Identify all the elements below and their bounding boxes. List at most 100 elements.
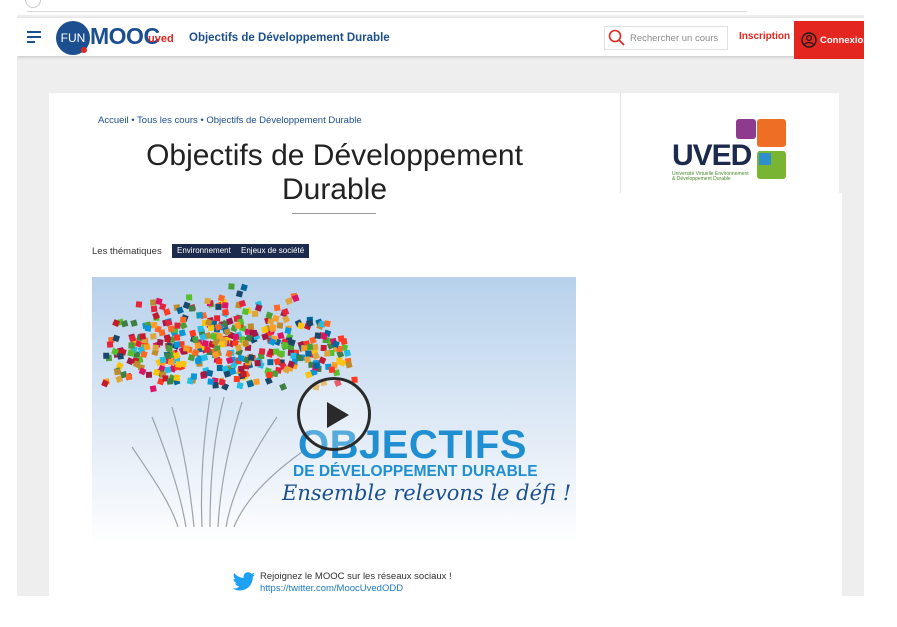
sdg-leaf <box>144 324 152 332</box>
sdg-leaf <box>328 366 336 373</box>
sdg-leaf <box>253 378 260 386</box>
sdg-leaf <box>151 321 158 329</box>
sdg-leaf <box>186 294 193 301</box>
sdg-leaf <box>204 346 211 353</box>
sdg-leaf <box>194 357 202 365</box>
sdg-leaf <box>150 305 158 313</box>
sdg-leaf <box>267 359 274 366</box>
uved-logo-text: UVED <box>672 139 752 172</box>
sdg-leaf <box>252 310 259 317</box>
sdg-leaf <box>269 323 277 331</box>
user-icon <box>801 32 817 48</box>
browser-reload-icon[interactable] <box>25 0 41 8</box>
sdg-leaf <box>336 357 343 364</box>
sdg-leaf <box>324 350 331 357</box>
sdg-leaf <box>201 339 209 347</box>
sdg-leaf <box>114 368 121 376</box>
search-input[interactable]: Rechercher un cours <box>604 26 728 50</box>
sdg-leaf <box>167 358 175 366</box>
site-header: FUN MOOC uved Objectifs de Développement… <box>17 18 864 59</box>
video-tagline: Ensemble relevons le défi ! <box>282 481 572 505</box>
sdg-leaf <box>222 308 229 316</box>
play-button[interactable] <box>297 377 371 451</box>
sdg-leaf <box>145 371 153 378</box>
sdg-leaf <box>240 370 247 378</box>
sdg-leaf <box>196 312 204 319</box>
sdg-leaf <box>240 283 248 292</box>
sdg-leaf <box>323 320 331 328</box>
sdg-leaf <box>139 333 146 340</box>
themes-label: Les thématiques <box>92 246 162 257</box>
sdg-leaf <box>174 322 181 329</box>
sdg-leaf <box>204 297 211 305</box>
sdg-leaf <box>173 334 181 341</box>
signup-link[interactable]: Inscription <box>739 31 790 42</box>
sdg-leaf <box>200 354 209 362</box>
login-button[interactable]: Connexion <box>794 21 864 59</box>
sdg-leaf <box>158 329 166 337</box>
sdg-leaf <box>247 323 255 330</box>
fun-logo-dot <box>81 47 87 53</box>
uved-logo[interactable]: UVED Université Virtuelle Environnement … <box>672 117 790 183</box>
sdg-leaf <box>194 342 202 350</box>
sdg-leaf <box>103 352 110 359</box>
sdg-leaf <box>173 374 181 382</box>
sdg-leaf <box>159 356 167 364</box>
search-placeholder: Rechercher un cours <box>630 33 719 44</box>
sdg-leaf <box>264 376 273 385</box>
title-divider <box>292 213 376 214</box>
sdg-leaf <box>281 341 289 349</box>
sdg-leaf <box>214 315 221 322</box>
sdg-leaf <box>179 316 187 324</box>
tag-environnement[interactable]: Environnement <box>172 244 236 258</box>
sdg-leaf <box>135 301 143 308</box>
org-name: uved <box>148 33 174 45</box>
uved-caption-line-2: & Développement Durable <box>672 176 731 182</box>
sdg-leaf <box>215 358 223 365</box>
sdg-leaf <box>150 299 157 306</box>
sdg-leaves <box>101 283 358 393</box>
sdg-leaf <box>167 325 175 333</box>
course-video[interactable]: OBJECTIFS DE DÉVELOPPEMENT DURABLE Ensem… <box>92 277 576 547</box>
browser-top-strip <box>17 0 864 15</box>
sdg-leaf <box>306 343 314 351</box>
sdg-leaf <box>266 371 273 379</box>
sdg-leaf <box>320 344 327 352</box>
sdg-leaf <box>233 376 240 383</box>
uved-logo-caption: Université Virtuelle Environnement & Dév… <box>672 172 749 182</box>
sdg-leaf <box>221 302 229 309</box>
page-title: Objectifs de Développement Durable <box>146 139 523 206</box>
sdg-leaf <box>277 331 285 340</box>
sdg-leaf <box>190 373 198 380</box>
sdg-leaf <box>228 283 235 290</box>
sdg-leaf <box>232 333 240 341</box>
sdg-leaf <box>236 382 244 390</box>
sdg-leaf <box>241 308 249 316</box>
sdg-leaf <box>313 362 320 369</box>
fun-logo[interactable]: FUN <box>56 21 90 55</box>
sdg-leaf <box>206 369 214 377</box>
sdg-leaf <box>242 340 250 347</box>
social-text: Rejoignez le MOOC sur les réseaux sociau… <box>260 571 452 582</box>
sdg-leaf <box>314 332 322 339</box>
twitter-icon[interactable] <box>232 571 256 593</box>
sdg-leaf <box>296 354 304 362</box>
fun-logo-text: FUN <box>60 31 86 45</box>
side-column <box>620 193 842 596</box>
twitter-link[interactable]: https://twitter.com/MoocUvedODD <box>260 583 403 594</box>
sdg-leaf <box>156 338 164 346</box>
breadcrumb[interactable]: Accueil • Tous les cours • Objectifs de … <box>98 115 362 126</box>
sdg-leaf <box>258 348 266 355</box>
sdg-leaf <box>165 344 173 352</box>
tag-enjeux-de-societe[interactable]: Enjeux de société <box>236 244 310 258</box>
sdg-leaf <box>300 345 308 352</box>
sdg-leaf <box>125 373 133 381</box>
sdg-leaf <box>305 350 312 357</box>
sdg-leaf <box>235 290 244 298</box>
sdg-leaf <box>117 352 124 360</box>
sdg-leaf <box>188 305 196 312</box>
sdg-leaf <box>150 333 157 340</box>
sdg-leaf <box>173 341 181 348</box>
menu-icon[interactable] <box>27 31 42 43</box>
header-course-name[interactable]: Objectifs de Développement Durable <box>189 32 390 44</box>
